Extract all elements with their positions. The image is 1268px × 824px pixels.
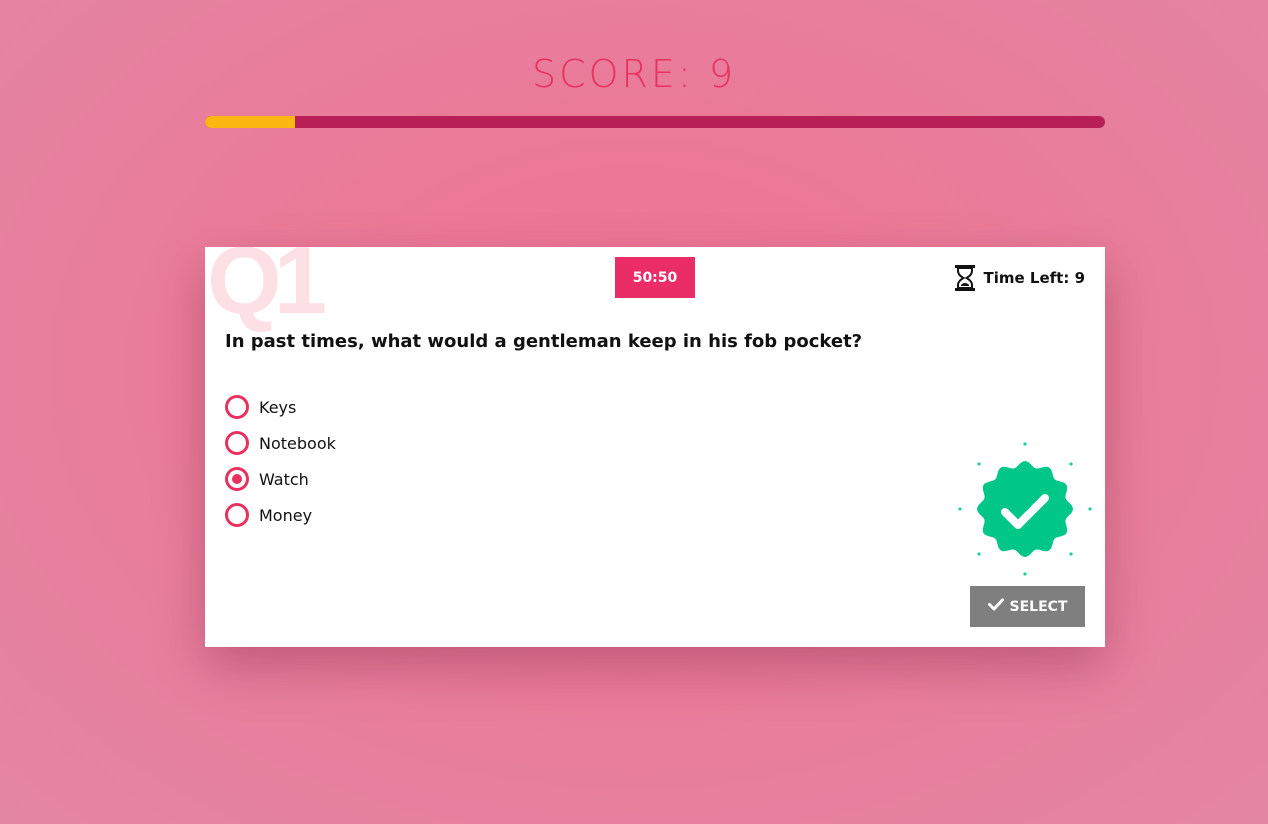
check-badge-icon [955,442,1095,582]
question-text: In past times, what would a gentleman ke… [225,331,863,352]
radio-button[interactable] [225,431,249,455]
option-label: Money [259,505,313,525]
option-watch[interactable]: Watch [225,461,336,497]
option-money[interactable]: Money [225,497,336,533]
check-icon [987,598,1004,615]
radio-button[interactable] [225,503,249,527]
radio-button[interactable] [225,395,249,419]
answer-options: Keys Notebook Watch Money [225,389,336,533]
question-number: Q1 [207,247,327,334]
score-label: SCORE: 9 [531,52,737,96]
option-keys[interactable]: Keys [225,389,336,425]
select-button-label: SELECT [1009,598,1068,615]
progress-bar-fill [205,116,295,128]
hourglass-icon [954,265,976,291]
select-button[interactable]: SELECT [970,586,1085,627]
option-label: Keys [259,397,297,417]
fifty-fifty-button[interactable]: 50:50 [615,257,695,298]
option-notebook[interactable]: Notebook [225,425,336,461]
radio-button[interactable] [225,467,249,491]
timer: Time Left: 9 [954,265,1085,291]
option-label: Watch [259,469,309,489]
time-left-label: Time Left: 9 [983,269,1085,287]
option-label: Notebook [259,433,336,453]
progress-bar [205,116,1105,128]
question-card: Q1 50:50 Time Left: 9 In past times, wha… [205,247,1105,647]
